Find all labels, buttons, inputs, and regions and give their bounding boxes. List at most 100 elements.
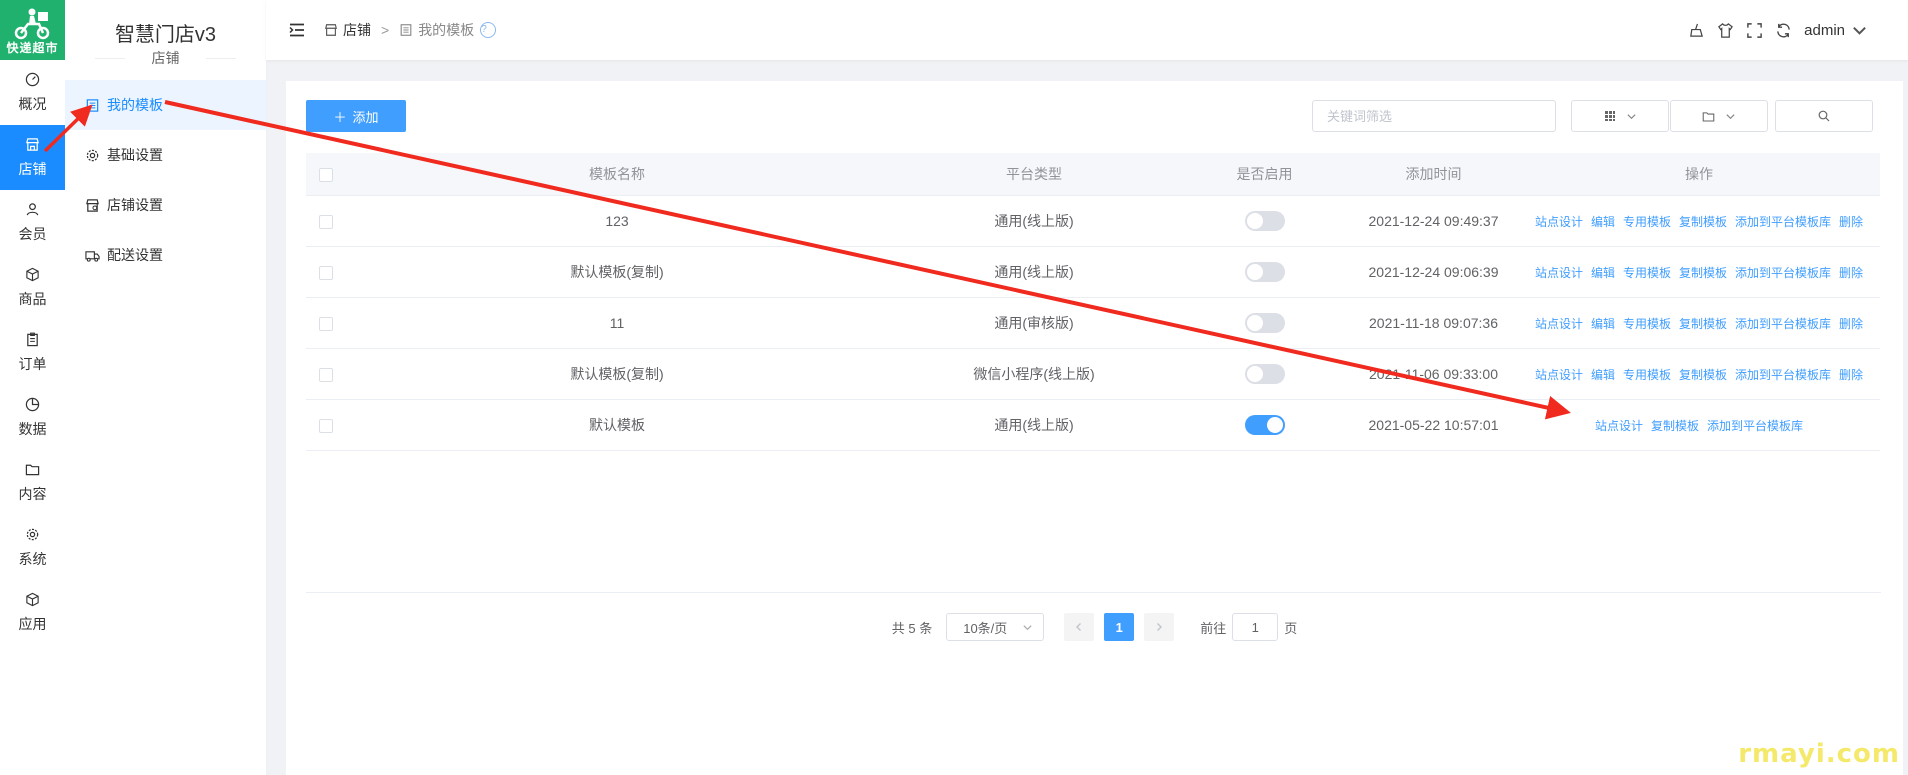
sub-item-basic-settings[interactable]: 基础设置 <box>65 130 266 180</box>
app-title: 智慧门店v3 <box>114 24 217 46</box>
folder-icon <box>25 464 40 475</box>
search-button[interactable] <box>1775 100 1873 132</box>
rail-label: 概况 <box>18 95 47 112</box>
table-header-row: 模板名称 平台类型 是否启用 添加时间 操作 <box>306 153 1880 196</box>
rail-label: 应用 <box>18 615 47 632</box>
add-to-platform-library-link[interactable]: 添加到平台模板库 <box>1707 419 1803 433</box>
edit-link[interactable]: 编辑 <box>1591 368 1615 382</box>
column-header: 模板名称 <box>346 153 888 196</box>
enabled-toggle[interactable] <box>1244 364 1285 384</box>
row-checkbox[interactable] <box>319 368 333 383</box>
shirt-icon[interactable] <box>1717 22 1734 39</box>
collapse-menu-icon[interactable] <box>288 21 306 39</box>
rail-item-overview[interactable]: 概况 <box>0 60 65 125</box>
breadcrumb-store[interactable]: 店铺 <box>324 20 371 40</box>
sub-item-shop-settings[interactable]: 店铺设置 <box>65 180 266 230</box>
edit-link[interactable]: 编辑 <box>1591 317 1615 331</box>
template-name: 默认模板(复制) <box>346 246 888 298</box>
add-to-platform-library-link[interactable]: 添加到平台模板库 <box>1735 368 1831 382</box>
copy-template-link[interactable]: 复制模板 <box>1679 215 1727 229</box>
platform-type: 通用(线上版) <box>888 195 1180 247</box>
copy-template-link[interactable]: 复制模板 <box>1679 368 1727 382</box>
added-time: 2021-05-22 10:57:01 <box>1349 399 1518 451</box>
site-design-link[interactable]: 站点设计 <box>1535 368 1583 382</box>
help-icon[interactable]: ? <box>480 22 497 38</box>
add-button[interactable]: ＋ 添加 <box>306 100 406 132</box>
store-icon <box>26 137 39 151</box>
row-actions: 站点设计 编辑 专用模板 复制模板 添加到平台模板库 删除 <box>1518 246 1880 298</box>
next-page-button[interactable] <box>1144 613 1175 641</box>
toolbar: ＋ 添加 <box>306 100 1883 134</box>
broom-icon[interactable] <box>1688 22 1705 39</box>
gear-icon <box>86 149 99 161</box>
delete-link[interactable]: 删除 <box>1839 266 1863 280</box>
folder-dropdown[interactable] <box>1670 100 1768 132</box>
divider <box>306 592 1881 593</box>
added-time: 2021-12-24 09:49:37 <box>1349 195 1518 247</box>
logo-text: 快递超市 <box>6 41 59 55</box>
row-actions: 站点设计 复制模板 添加到平台模板库 <box>1518 399 1880 451</box>
template-name: 默认模板 <box>346 399 888 451</box>
add-to-platform-library-link[interactable]: 添加到平台模板库 <box>1735 215 1831 229</box>
user-menu[interactable]: admin <box>1804 22 1868 39</box>
copy-template-link[interactable]: 复制模板 <box>1679 317 1727 331</box>
header-select-all[interactable] <box>306 153 346 196</box>
dedicated-template-link[interactable]: 专用模板 <box>1623 317 1671 331</box>
rail-item-orders[interactable]: 订单 <box>0 320 65 385</box>
user-icon <box>26 202 39 215</box>
add-button-label: 添加 <box>352 109 379 125</box>
site-design-link[interactable]: 站点设计 <box>1535 266 1583 280</box>
edit-link[interactable]: 编辑 <box>1591 215 1615 229</box>
template-name: 123 <box>346 195 888 247</box>
copy-template-link[interactable]: 复制模板 <box>1679 266 1727 280</box>
copy-template-link[interactable]: 复制模板 <box>1651 419 1699 433</box>
site-design-link[interactable]: 站点设计 <box>1595 419 1643 433</box>
delete-link[interactable]: 删除 <box>1839 215 1863 229</box>
fullscreen-icon[interactable] <box>1746 22 1763 39</box>
breadcrumb-current: 我的模板 <box>399 20 474 40</box>
delete-link[interactable]: 删除 <box>1839 317 1863 331</box>
rail-item-goods[interactable]: 商品 <box>0 255 65 320</box>
row-checkbox[interactable] <box>319 317 333 332</box>
row-checkbox[interactable] <box>319 215 333 230</box>
search-icon <box>1818 110 1830 122</box>
page-size-select[interactable]: 10条/页 <box>946 613 1045 641</box>
box-icon <box>26 267 39 281</box>
dedicated-template-link[interactable]: 专用模板 <box>1623 215 1671 229</box>
goto-page-input[interactable] <box>1232 613 1279 641</box>
enabled-toggle[interactable] <box>1244 313 1285 333</box>
rail-item-store[interactable]: 店铺 <box>0 125 65 190</box>
page-number-current[interactable]: 1 <box>1104 613 1135 641</box>
sub-item-my-templates[interactable]: 我的模板 <box>65 80 266 130</box>
edit-link[interactable]: 编辑 <box>1591 266 1615 280</box>
layout-view-dropdown[interactable] <box>1571 100 1669 132</box>
dedicated-template-link[interactable]: 专用模板 <box>1623 368 1671 382</box>
delete-link[interactable]: 删除 <box>1839 368 1863 382</box>
rail-item-system[interactable]: 系统 <box>0 515 65 580</box>
template-list-icon <box>400 24 412 36</box>
add-to-platform-library-link[interactable]: 添加到平台模板库 <box>1735 266 1831 280</box>
goto-suffix: 页 <box>1284 620 1298 636</box>
enabled-toggle[interactable] <box>1244 262 1285 282</box>
row-checkbox[interactable] <box>319 419 333 434</box>
enabled-toggle[interactable] <box>1244 415 1285 435</box>
rail-item-content[interactable]: 内容 <box>0 450 65 515</box>
enabled-toggle[interactable] <box>1244 211 1285 231</box>
keyword-filter-input[interactable] <box>1312 100 1556 132</box>
rail-item-member[interactable]: 会员 <box>0 190 65 255</box>
site-design-link[interactable]: 站点设计 <box>1535 317 1583 331</box>
row-checkbox[interactable] <box>319 266 333 281</box>
watermark: rmayi.com <box>1738 739 1900 769</box>
sub-item-delivery-settings[interactable]: 配送设置 <box>65 230 266 280</box>
prev-page-button[interactable] <box>1064 613 1095 641</box>
chevron-down-icon <box>1023 624 1032 630</box>
refresh-icon[interactable] <box>1775 22 1792 39</box>
rail-item-data[interactable]: 数据 <box>0 385 65 450</box>
truck-icon <box>85 250 100 262</box>
rail-item-apps[interactable]: 应用 <box>0 580 65 645</box>
add-to-platform-library-link[interactable]: 添加到平台模板库 <box>1735 317 1831 331</box>
logo[interactable]: 快递超市 <box>0 0 65 60</box>
select-all-checkbox[interactable] <box>319 168 333 183</box>
dedicated-template-link[interactable]: 专用模板 <box>1623 266 1671 280</box>
site-design-link[interactable]: 站点设计 <box>1535 215 1583 229</box>
